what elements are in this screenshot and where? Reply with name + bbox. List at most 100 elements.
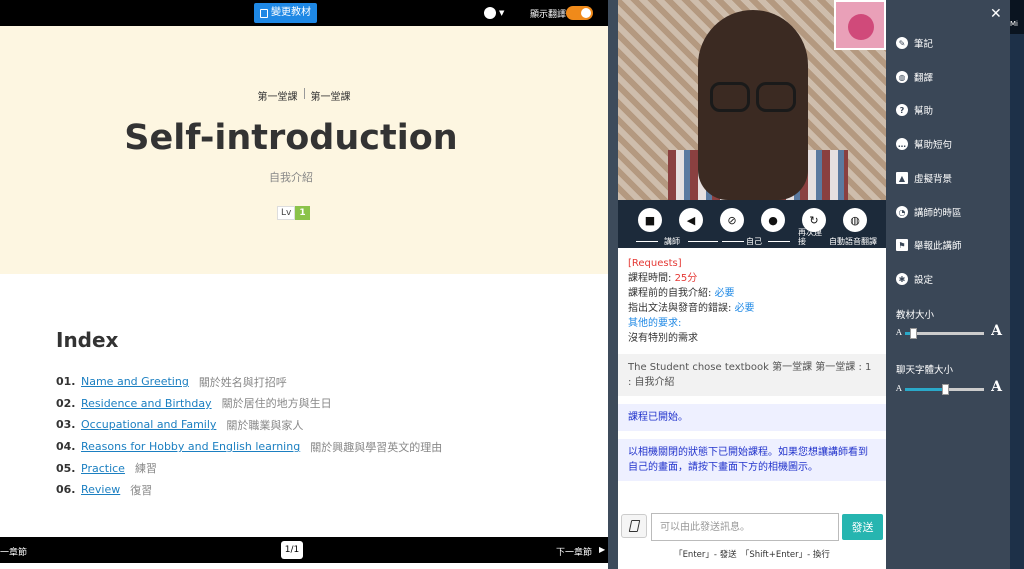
- textbook-size-slider[interactable]: A A: [896, 323, 1002, 341]
- self-thumb-content: [848, 14, 874, 40]
- menu-item-help[interactable]: ? 幫助: [896, 103, 933, 117]
- small-a-icon: A: [896, 328, 902, 337]
- gear-icon: ✱: [896, 273, 908, 285]
- menu-item-label: 筆記: [914, 39, 934, 50]
- index-link-hobby-english[interactable]: Reasons for Hobby and English learning: [81, 440, 300, 453]
- index-list: 01. Name and Greeting 關於姓名與打招呼 02. Resid…: [56, 371, 442, 501]
- chat-bubble-icon: …: [896, 138, 908, 150]
- window-edge: [1010, 0, 1024, 569]
- show-translation-label: 顯示翻譯: [530, 10, 567, 20]
- tutor-speaker-icon[interactable]: ◀: [679, 208, 703, 232]
- correction-label: 指出文法與發音的錯誤:: [628, 303, 735, 314]
- menu-item-virtual-background[interactable]: ▲ 虛擬背景: [896, 171, 952, 185]
- chat-message-input[interactable]: [651, 513, 839, 541]
- image-icon: ▲: [896, 172, 908, 184]
- tutor-video: [618, 0, 886, 200]
- send-button[interactable]: 發送: [842, 514, 883, 540]
- index-item: 02. Residence and Birthday 關於居住的地方與生日: [56, 393, 442, 415]
- glasses-left: [710, 82, 750, 112]
- translation-toggle[interactable]: [566, 6, 593, 20]
- index-translation: 關於興趣與學習英文的理由: [310, 440, 443, 454]
- tutor-controls-label: 講師: [664, 237, 680, 246]
- index-link-occupational-family[interactable]: Occupational and Family: [81, 418, 216, 431]
- index-link-residence-birthday[interactable]: Residence and Birthday: [81, 397, 212, 410]
- menu-item-notes[interactable]: ✎ 筆記: [896, 36, 933, 50]
- intro-label: 課程前的自我介紹:: [628, 288, 715, 299]
- chevron-down-icon[interactable]: ▼: [499, 9, 504, 17]
- keyboard-hint: 「Enter」- 發送 「Shift+Enter」- 換行: [674, 550, 830, 560]
- index-link-practice[interactable]: Practice: [81, 462, 125, 475]
- self-video-thumbnail[interactable]: [834, 0, 886, 50]
- change-textbook-button[interactable]: 變更教材: [254, 3, 317, 23]
- index-number: 01.: [56, 375, 76, 389]
- chat-font-size-label: 聊天字體大小: [896, 365, 954, 376]
- chat-log: [Requests] 課程時間: 25分 課程前的自我介紹: 必要 指出文法與發…: [618, 248, 886, 506]
- index-link-review[interactable]: Review: [81, 483, 120, 496]
- self-microphone-icon[interactable]: ●: [761, 208, 785, 232]
- menu-item-label: 舉報此講師: [914, 241, 962, 252]
- edit-icon: ✎: [896, 37, 908, 49]
- level-value: 1: [295, 206, 310, 220]
- close-icon[interactable]: ✕: [990, 6, 1002, 22]
- slider-thumb[interactable]: [909, 328, 917, 339]
- call-controls: ■ ◀ ⊘ ● ↻ ◍ 講師 自己 再次連接 自動語音翻譯: [618, 200, 886, 248]
- lesson-hero: 第一堂課 第一堂課 Self-introduction 自我介紹 Lv 1: [0, 26, 608, 274]
- index-item: 01. Name and Greeting 關於姓名與打招呼: [56, 371, 442, 393]
- menu-item-label: 幫助: [914, 106, 934, 117]
- self-camera-off-icon[interactable]: ⊘: [720, 208, 744, 232]
- lesson-title: Self-introduction: [124, 118, 458, 158]
- pen-shape: [628, 520, 641, 532]
- textbook-size-label: 教材大小: [896, 310, 935, 321]
- book-icon: [260, 8, 268, 18]
- small-a-icon: A: [896, 384, 902, 393]
- chevron-right-icon[interactable]: ▶: [599, 545, 605, 554]
- language-globe-icon[interactable]: [484, 7, 496, 19]
- menu-item-label: 設定: [914, 275, 934, 286]
- index-number: 06.: [56, 483, 76, 497]
- video-chat-column: ■ ◀ ⊘ ● ↻ ◍ 講師 自己 再次連接 自動語音翻譯 [Requests]…: [608, 0, 886, 569]
- index-item: 04. Reasons for Hobby and English learni…: [56, 436, 442, 458]
- self-group-line-left: [722, 241, 744, 242]
- change-textbook-label: 變更教材: [271, 7, 311, 18]
- menu-item-help-phrases[interactable]: … 幫助短句: [896, 137, 952, 151]
- toggle-knob: [581, 8, 591, 18]
- flag-icon: ⚑: [896, 239, 908, 251]
- pen-icon[interactable]: [621, 514, 647, 538]
- index-number: 02.: [56, 396, 76, 410]
- index-number: 03.: [56, 418, 76, 432]
- index-translation: 關於職業與家人: [226, 418, 304, 432]
- breadcrumb-course: 第一堂課: [257, 92, 298, 103]
- request-correction: 指出文法與發音的錯誤: 必要: [628, 301, 876, 316]
- menu-item-label: 講師的時區: [914, 208, 962, 219]
- index-translation: 復習: [130, 483, 153, 497]
- breadcrumb-lesson: 第一堂課: [310, 92, 351, 103]
- menu-item-translate[interactable]: ◍ 翻譯: [896, 70, 933, 84]
- index-translation: 關於居住的地方與生日: [221, 397, 332, 411]
- big-a-icon: A: [991, 379, 1002, 395]
- correction-value: 必要: [734, 303, 755, 314]
- self-controls-label: 自己: [746, 237, 762, 246]
- help-icon: ?: [896, 104, 908, 116]
- page-indicator: 1/1: [281, 541, 303, 559]
- chat-font-size-slider[interactable]: A A: [896, 379, 1002, 397]
- prev-chapter-button[interactable]: 一章節: [0, 545, 27, 558]
- index-translation: 練習: [134, 462, 157, 476]
- auto-translate-globe-icon[interactable]: ◍: [843, 208, 867, 232]
- globe-icon: ◍: [896, 71, 908, 83]
- index-link-name-greeting[interactable]: Name and Greeting: [81, 375, 189, 388]
- lesson-subtitle: 自我介紹: [269, 171, 313, 184]
- tutor-camera-icon[interactable]: ■: [638, 208, 662, 232]
- level-badge: Lv 1: [277, 206, 310, 220]
- menu-item-tutor-timezone[interactable]: ◔ 講師的時區: [896, 205, 962, 219]
- app-root: 變更教材 ▼ 顯示翻譯 第一堂課 第一堂課 Self-introduction …: [0, 0, 1024, 569]
- menu-item-report-tutor[interactable]: ⚑ 舉報此講師: [896, 238, 962, 252]
- index-item: 03. Occupational and Family 關於職業與家人: [56, 414, 442, 436]
- menu-item-settings[interactable]: ✱ 設定: [896, 272, 933, 286]
- next-chapter-button[interactable]: 下一章節: [556, 545, 592, 558]
- system-message-started: 課程已開始。: [618, 404, 886, 431]
- slider-thumb[interactable]: [941, 384, 949, 395]
- duration-label: 課程時間:: [628, 273, 675, 284]
- side-menu: ✕ ✎ 筆記 ◍ 翻譯 ? 幫助 … 幫助短句 ▲ 虛擬背景 ◔ 講師的時區 ⚑ 舉報此講師 …: [886, 0, 1010, 569]
- glasses-right: [756, 82, 796, 112]
